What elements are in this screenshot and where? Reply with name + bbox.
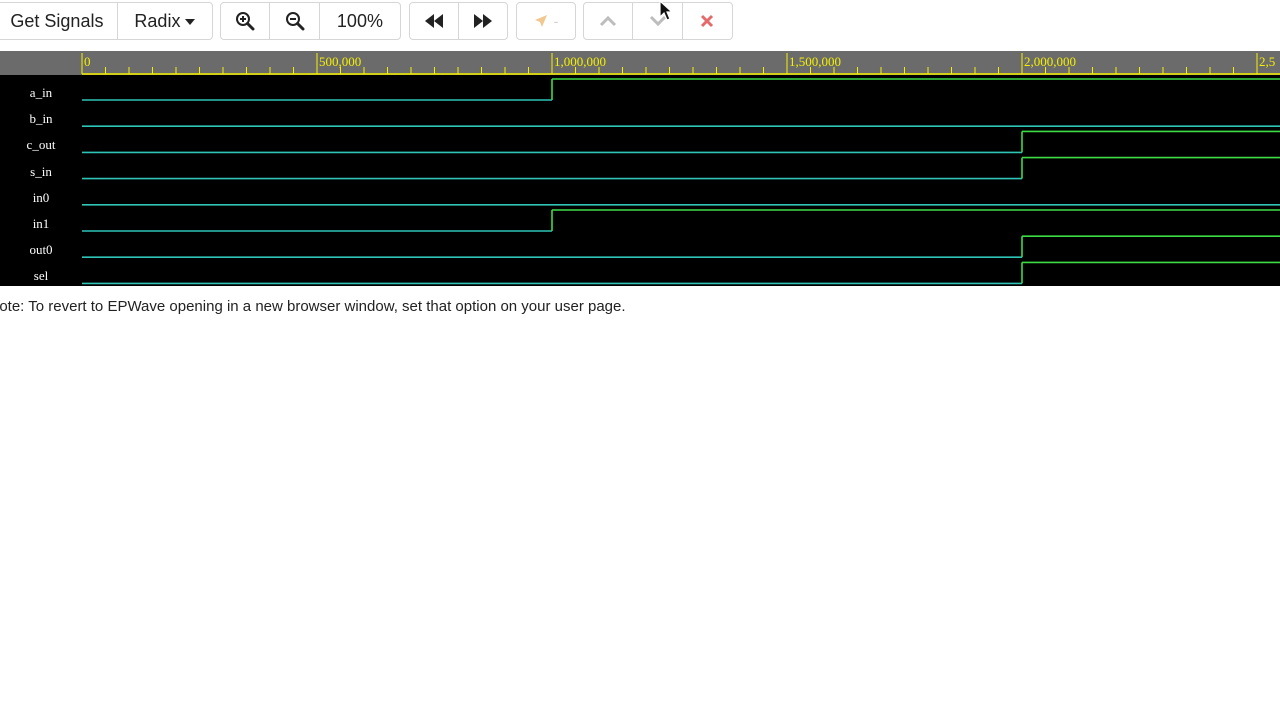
zoom-level-button[interactable]: 100% — [320, 3, 400, 39]
get-signals-button[interactable]: Get Signals — [0, 3, 118, 39]
signals-radix-group: Get Signals Radix — [0, 2, 213, 40]
jump-end-button[interactable] — [459, 3, 507, 39]
chevron-down-icon — [185, 19, 196, 25]
zoom-in-icon — [236, 12, 255, 31]
zoom-group: 100% — [220, 2, 401, 40]
marker-button[interactable]: - — [517, 3, 575, 39]
radix-label: Radix — [134, 10, 181, 31]
waveforms[interactable] — [0, 51, 1280, 286]
zoom-out-icon — [285, 12, 305, 31]
chevron-up-icon — [600, 15, 617, 27]
zoom-level-label: 100% — [336, 10, 383, 31]
note-text: lote: To revert to EPWave opening in a n… — [0, 298, 626, 315]
close-icon — [701, 14, 714, 28]
navigate-group — [409, 2, 508, 40]
location-arrow-icon — [534, 15, 547, 27]
remove-signal-button[interactable] — [683, 3, 732, 39]
mouse-cursor-icon — [659, 0, 674, 21]
marker-dash: - — [553, 13, 559, 29]
zoom-out-button[interactable] — [270, 3, 320, 39]
fast-backward-icon — [425, 14, 443, 28]
radix-dropdown[interactable]: Radix — [118, 3, 212, 39]
marker-group: - — [516, 2, 576, 40]
jump-start-button[interactable] — [410, 3, 459, 39]
zoom-in-button[interactable] — [221, 3, 271, 39]
move-up-button[interactable] — [584, 3, 634, 39]
waveform-panel[interactable]: 0 500,000 1,000,000 1,500,000 2,000,000 2,5 a… — [0, 51, 1280, 286]
get-signals-label: Get Signals — [10, 10, 104, 31]
fast-forward-icon — [474, 14, 492, 28]
signal-order-group — [583, 2, 733, 40]
